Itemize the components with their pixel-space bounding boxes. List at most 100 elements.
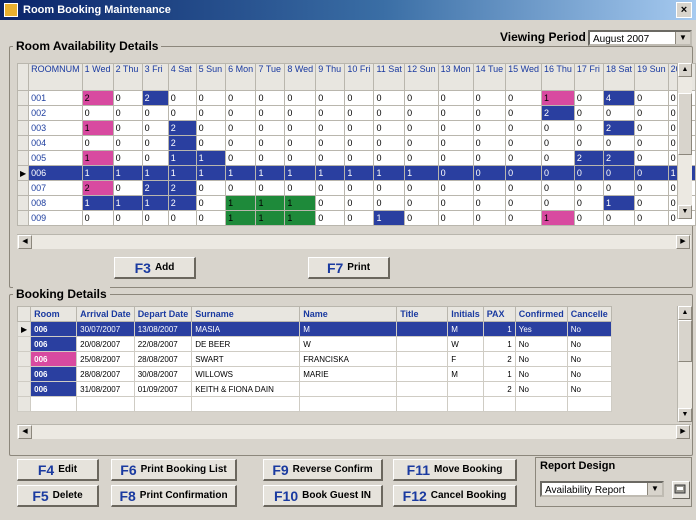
- row-selector[interactable]: ▶: [16, 165, 30, 181]
- availability-cell[interactable]: 0: [373, 105, 406, 121]
- scroll-down-icon[interactable]: ▼: [678, 205, 692, 219]
- availability-cell[interactable]: 0: [505, 105, 543, 121]
- availability-cell[interactable]: 0: [255, 90, 286, 106]
- availability-cell[interactable]: 0: [373, 180, 406, 196]
- availability-cell[interactable]: 0: [472, 135, 507, 151]
- availability-cell[interactable]: 2: [603, 120, 636, 136]
- availability-cell[interactable]: 1: [255, 210, 286, 226]
- availability-cell[interactable]: 0: [541, 195, 575, 211]
- row-selector[interactable]: [16, 120, 30, 136]
- availability-cell[interactable]: 0: [573, 135, 605, 151]
- availability-cell[interactable]: 0: [141, 105, 169, 121]
- availability-row[interactable]: ▶ 006 1 1 1 1 1 1 1 1 1 1 1 1 0 0 0 0 0 0 0 1: [16, 165, 696, 181]
- availability-cell[interactable]: 0: [225, 150, 257, 166]
- booking-row[interactable]: 006 20/08/2007 22/08/2007 DE BEER W W 1 No No: [16, 336, 612, 352]
- availability-cell[interactable]: 0: [141, 135, 169, 151]
- booking-cell[interactable]: 13/08/2007: [133, 321, 193, 337]
- row-selector[interactable]: [16, 366, 32, 382]
- availability-cell[interactable]: 2: [167, 135, 197, 151]
- availability-cell[interactable]: 0: [603, 165, 636, 181]
- availability-cell[interactable]: 0: [573, 90, 605, 106]
- availability-cell[interactable]: 1: [225, 210, 257, 226]
- availability-cell[interactable]: 1: [284, 210, 317, 226]
- availability-cell[interactable]: 1: [112, 195, 143, 211]
- availability-cell[interactable]: 1: [195, 150, 227, 166]
- booking-cell[interactable]: KEITH & FIONA DAIN: [191, 381, 301, 397]
- availability-cell[interactable]: 0: [573, 195, 605, 211]
- availability-cell[interactable]: 0: [541, 150, 575, 166]
- availability-cell[interactable]: 0: [344, 150, 375, 166]
- availability-cell[interactable]: 0: [344, 105, 375, 121]
- scroll-thumb[interactable]: [678, 320, 692, 362]
- booking-cell[interactable]: 2: [482, 381, 516, 397]
- scroll-up-icon[interactable]: ▲: [678, 306, 692, 320]
- availability-cell[interactable]: 0: [112, 105, 143, 121]
- availability-cell[interactable]: 0: [141, 120, 169, 136]
- availability-cell[interactable]: 0: [404, 180, 439, 196]
- room-number-cell[interactable]: 006: [28, 165, 83, 181]
- booking-row[interactable]: 006 25/08/2007 28/08/2007 SWART FRANCISKA F 2 N…: [16, 351, 612, 367]
- availability-cell[interactable]: 0: [573, 120, 605, 136]
- booking-cell[interactable]: M: [299, 321, 398, 337]
- availability-cell[interactable]: 0: [373, 195, 406, 211]
- row-selector[interactable]: [16, 180, 30, 196]
- availability-cell[interactable]: 0: [373, 150, 406, 166]
- availability-cell[interactable]: 2: [81, 90, 114, 106]
- availability-cell[interactable]: 0: [344, 120, 375, 136]
- availability-cell[interactable]: 0: [112, 120, 143, 136]
- booking-cell[interactable]: No: [514, 366, 568, 382]
- availability-cell[interactable]: 0: [437, 195, 474, 211]
- row-selector[interactable]: [16, 195, 30, 211]
- availability-cell[interactable]: 0: [437, 165, 474, 181]
- booking-cell[interactable]: 22/08/2007: [133, 336, 193, 352]
- booking-row[interactable]: 006 28/08/2007 30/08/2007 WILLOWS MARIE M 1 No N…: [16, 366, 612, 382]
- booking-cell[interactable]: No: [514, 351, 568, 367]
- booking-cell[interactable]: 01/09/2007: [133, 381, 193, 397]
- booking-cell[interactable]: No: [566, 351, 612, 367]
- availability-cell[interactable]: 0: [573, 165, 605, 181]
- availability-cell[interactable]: 0: [541, 120, 575, 136]
- availability-cell[interactable]: 0: [404, 210, 439, 226]
- availability-cell[interactable]: 0: [255, 135, 286, 151]
- availability-cell[interactable]: 0: [344, 135, 375, 151]
- booking-cell[interactable]: [447, 381, 484, 397]
- edit-button[interactable]: F4 Edit: [17, 459, 99, 481]
- booking-cell[interactable]: 006: [30, 381, 78, 397]
- availability-cell[interactable]: 0: [472, 165, 507, 181]
- availability-cell[interactable]: 0: [541, 135, 575, 151]
- availability-cell[interactable]: 0: [505, 165, 543, 181]
- availability-row[interactable]: 007 2 0 2 2 0 0 0 0 0 0 0 0 0 0 0 0 0 0 0 0: [16, 180, 696, 196]
- availability-cell[interactable]: 1: [112, 165, 143, 181]
- availability-cell[interactable]: 0: [112, 210, 143, 226]
- booking-row[interactable]: 006 31/08/2007 01/09/2007 KEITH & FIONA DAI…: [16, 381, 612, 397]
- availability-row[interactable]: 001 2 0 2 0 0 0 0 0 0 0 0 0 0 0 0 1 0 4 0 0: [16, 90, 696, 106]
- availability-cell[interactable]: 0: [344, 90, 375, 106]
- booking-cell[interactable]: 006: [30, 366, 78, 382]
- availability-cell[interactable]: 0: [255, 120, 286, 136]
- report-design-icon[interactable]: [672, 481, 690, 499]
- availability-cell[interactable]: 1: [541, 210, 575, 226]
- availability-cell[interactable]: 1: [344, 165, 375, 181]
- availability-cell[interactable]: 2: [141, 90, 169, 106]
- availability-cell[interactable]: 0: [81, 135, 114, 151]
- availability-cell[interactable]: 2: [141, 180, 169, 196]
- availability-cell[interactable]: 0: [603, 180, 636, 196]
- availability-cell[interactable]: 0: [344, 180, 375, 196]
- availability-cell[interactable]: 1: [195, 165, 227, 181]
- availability-cell[interactable]: 2: [541, 105, 575, 121]
- report-design-select[interactable]: Availability Report ▼: [540, 481, 664, 497]
- move-booking-button[interactable]: F11 Move Booking: [393, 459, 517, 481]
- availability-cell[interactable]: 0: [634, 105, 669, 121]
- availability-cell[interactable]: 0: [315, 195, 346, 211]
- availability-cell[interactable]: 0: [505, 210, 543, 226]
- availability-cell[interactable]: 0: [505, 195, 543, 211]
- availability-cell[interactable]: 1: [315, 165, 346, 181]
- booking-cell[interactable]: MARIE: [299, 366, 398, 382]
- availability-cell[interactable]: 1: [141, 195, 169, 211]
- availability-cell[interactable]: 0: [634, 195, 669, 211]
- booking-cell[interactable]: F: [447, 351, 484, 367]
- availability-cell[interactable]: 1: [284, 165, 317, 181]
- booking-hscroll[interactable]: ◀ ▶: [17, 424, 691, 439]
- booking-cell[interactable]: MASIA: [191, 321, 301, 337]
- availability-row[interactable]: 004 0 0 0 2 0 0 0 0 0 0 0 0 0 0 0 0 0 0 0 0: [16, 135, 696, 151]
